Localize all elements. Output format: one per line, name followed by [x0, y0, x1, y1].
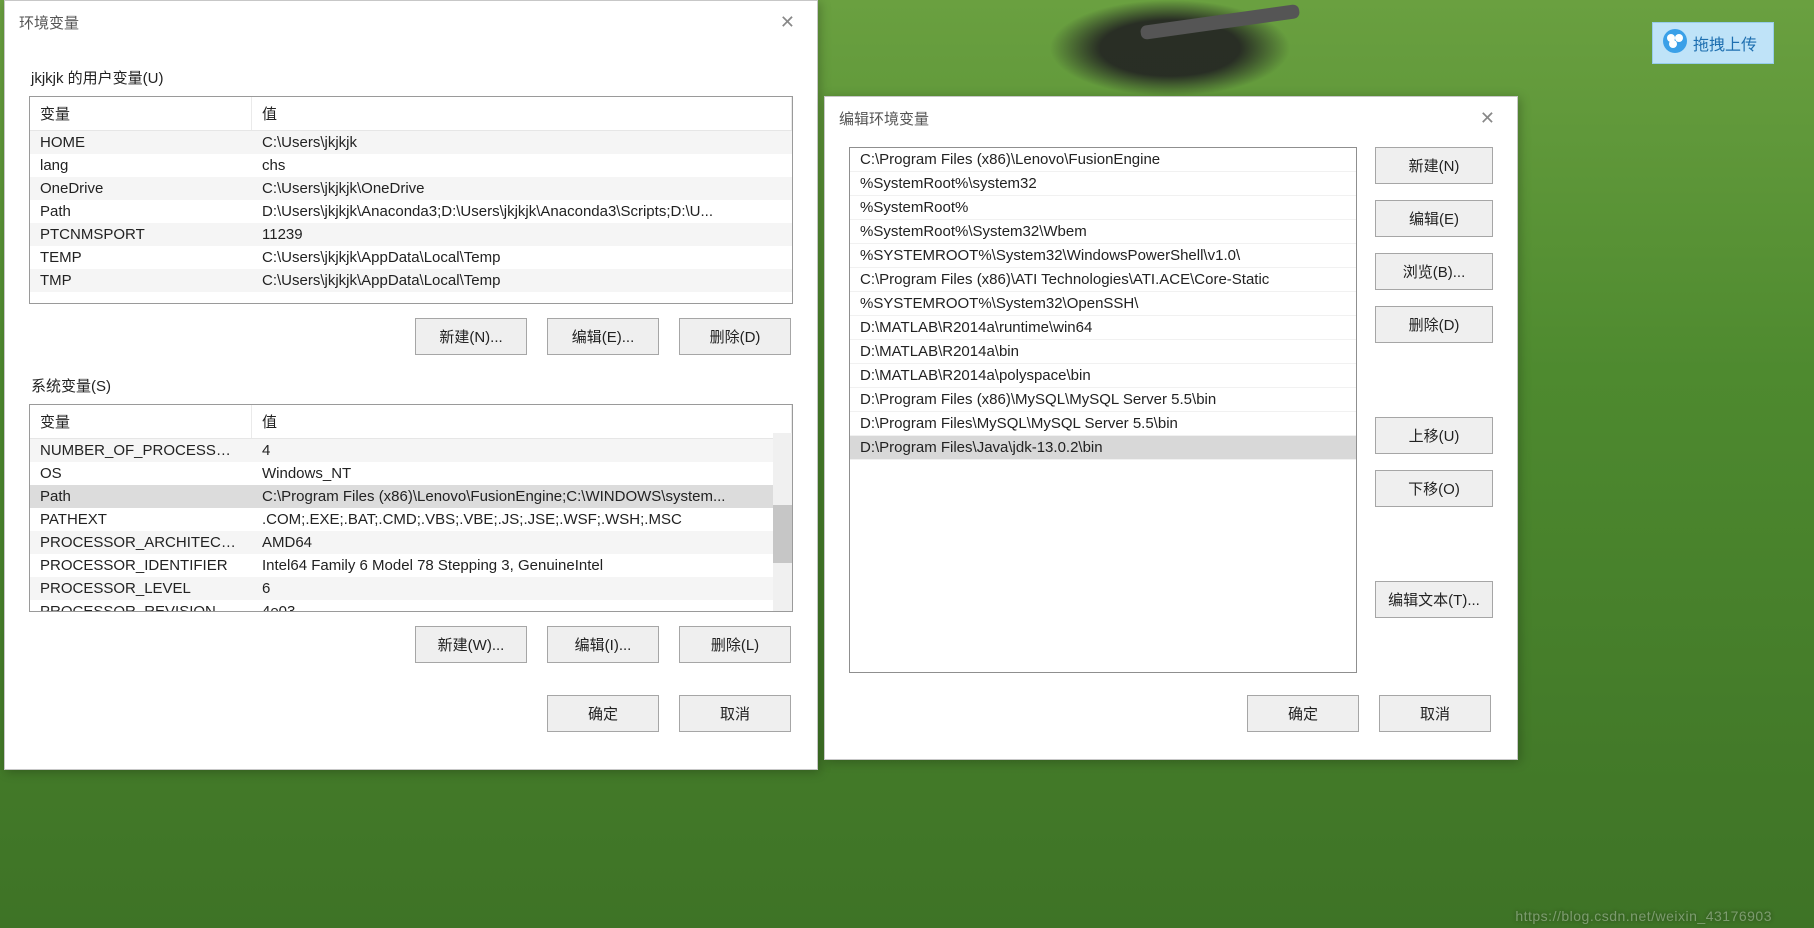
- list-item[interactable]: %SystemRoot%: [850, 196, 1356, 220]
- var-name: PROCESSOR_IDENTIFIER: [30, 554, 252, 577]
- list-item[interactable]: D:\MATLAB\R2014a\polyspace\bin: [850, 364, 1356, 388]
- var-name: PROCESSOR_REVISION: [30, 600, 252, 612]
- var-name: TMP: [30, 269, 252, 292]
- dialog-title: 编辑环境变量: [839, 108, 929, 129]
- col-header-value[interactable]: 值: [252, 405, 792, 438]
- var-value: Windows_NT: [252, 462, 792, 485]
- ok-button[interactable]: 确定: [547, 695, 659, 732]
- table-row[interactable]: OSWindows_NT: [30, 462, 792, 485]
- var-name: PROCESSOR_ARCHITECTURE: [30, 531, 252, 554]
- var-value: D:\Users\jkjkjk\Anaconda3;D:\Users\jkjkj…: [252, 200, 792, 223]
- col-header-value[interactable]: 值: [252, 97, 792, 130]
- table-row[interactable]: PATHEXT.COM;.EXE;.BAT;.CMD;.VBS;.VBE;.JS…: [30, 508, 792, 531]
- edit-text-button[interactable]: 编辑文本(T)...: [1375, 581, 1493, 618]
- var-value: .COM;.EXE;.BAT;.CMD;.VBS;.VBE;.JS;.JSE;.…: [252, 508, 792, 531]
- list-item[interactable]: D:\Program Files\Java\jdk-13.0.2\bin: [850, 436, 1356, 460]
- var-value: 4e03: [252, 600, 792, 612]
- ok-button[interactable]: 确定: [1247, 695, 1359, 732]
- move-up-button[interactable]: 上移(U): [1375, 417, 1493, 454]
- var-value: C:\Users\jkjkjk\AppData\Local\Temp: [252, 269, 792, 292]
- scrollbar[interactable]: [773, 433, 792, 611]
- list-item[interactable]: %SYSTEMROOT%\System32\OpenSSH\: [850, 292, 1356, 316]
- user-vars-label: jkjkjk 的用户变量(U): [31, 67, 793, 88]
- list-item[interactable]: D:\MATLAB\R2014a\runtime\win64: [850, 316, 1356, 340]
- user-delete-button[interactable]: 删除(D): [679, 318, 791, 355]
- list-item[interactable]: %SYSTEMROOT%\System32\WindowsPowerShell\…: [850, 244, 1356, 268]
- var-name: HOME: [30, 131, 252, 154]
- new-button[interactable]: 新建(N): [1375, 147, 1493, 184]
- var-value: AMD64: [252, 531, 792, 554]
- table-row[interactable]: TMPC:\Users\jkjkjk\AppData\Local\Temp: [30, 269, 792, 292]
- var-value: C:\Program Files (x86)\Lenovo\FusionEngi…: [252, 485, 792, 508]
- scrollbar-thumb[interactable]: [773, 505, 792, 563]
- cloud-upload-icon: [1663, 29, 1687, 53]
- var-name: OS: [30, 462, 252, 485]
- system-vars-list[interactable]: 变量 值 NUMBER_OF_PROCESSORS4OSWindows_NTPa…: [29, 404, 793, 612]
- var-name: lang: [30, 154, 252, 177]
- list-item[interactable]: %SystemRoot%\system32: [850, 172, 1356, 196]
- var-value: 6: [252, 577, 792, 600]
- dialog-titlebar: 编辑环境变量 ✕: [825, 97, 1517, 139]
- table-row[interactable]: langchs: [30, 154, 792, 177]
- table-row[interactable]: NUMBER_OF_PROCESSORS4: [30, 439, 792, 462]
- edit-button[interactable]: 编辑(E): [1375, 200, 1493, 237]
- system-vars-label: 系统变量(S): [31, 375, 793, 396]
- var-name: TEMP: [30, 246, 252, 269]
- var-name: Path: [30, 200, 252, 223]
- dialog-titlebar: 环境变量 ✕: [5, 1, 817, 43]
- browse-button[interactable]: 浏览(B)...: [1375, 253, 1493, 290]
- table-row[interactable]: PTCNMSPORT11239: [30, 223, 792, 246]
- table-row[interactable]: PathC:\Program Files (x86)\Lenovo\Fusion…: [30, 485, 792, 508]
- list-item[interactable]: C:\Program Files (x86)\ATI Technologies\…: [850, 268, 1356, 292]
- var-value: C:\Users\jkjkjk\OneDrive: [252, 177, 792, 200]
- cancel-button[interactable]: 取消: [679, 695, 791, 732]
- table-row[interactable]: PROCESSOR_IDENTIFIERIntel64 Family 6 Mod…: [30, 554, 792, 577]
- col-header-variable[interactable]: 变量: [30, 405, 252, 438]
- user-edit-button[interactable]: 编辑(E)...: [547, 318, 659, 355]
- drag-upload-button[interactable]: 拖拽上传: [1652, 22, 1774, 64]
- delete-button[interactable]: 删除(D): [1375, 306, 1493, 343]
- var-value: 4: [252, 439, 792, 462]
- var-value: chs: [252, 154, 792, 177]
- edit-env-dialog: 编辑环境变量 ✕ C:\Program Files (x86)\Lenovo\F…: [824, 96, 1518, 760]
- system-delete-button[interactable]: 删除(L): [679, 626, 791, 663]
- col-header-variable[interactable]: 变量: [30, 97, 252, 130]
- var-name: PTCNMSPORT: [30, 223, 252, 246]
- var-name: PATHEXT: [30, 508, 252, 531]
- var-value: Intel64 Family 6 Model 78 Stepping 3, Ge…: [252, 554, 792, 577]
- user-new-button[interactable]: 新建(N)...: [415, 318, 527, 355]
- list-item[interactable]: %SystemRoot%\System32\Wbem: [850, 220, 1356, 244]
- env-vars-dialog: 环境变量 ✕ jkjkjk 的用户变量(U) 变量 值 HOMEC:\Users…: [4, 0, 818, 770]
- list-item[interactable]: D:\Program Files\MySQL\MySQL Server 5.5\…: [850, 412, 1356, 436]
- path-entries-list[interactable]: C:\Program Files (x86)\Lenovo\FusionEngi…: [849, 147, 1357, 673]
- table-row[interactable]: PROCESSOR_LEVEL6: [30, 577, 792, 600]
- table-row[interactable]: HOMEC:\Users\jkjkjk: [30, 131, 792, 154]
- list-item[interactable]: C:\Program Files (x86)\Lenovo\FusionEngi…: [850, 148, 1356, 172]
- var-value: 11239: [252, 223, 792, 246]
- close-icon[interactable]: ✕: [1472, 107, 1503, 129]
- table-row[interactable]: PROCESSOR_ARCHITECTUREAMD64: [30, 531, 792, 554]
- list-item[interactable]: D:\Program Files (x86)\MySQL\MySQL Serve…: [850, 388, 1356, 412]
- var-name: OneDrive: [30, 177, 252, 200]
- cancel-button[interactable]: 取消: [1379, 695, 1491, 732]
- table-row[interactable]: OneDriveC:\Users\jkjkjk\OneDrive: [30, 177, 792, 200]
- table-row[interactable]: PathD:\Users\jkjkjk\Anaconda3;D:\Users\j…: [30, 200, 792, 223]
- system-new-button[interactable]: 新建(W)...: [415, 626, 527, 663]
- var-value: C:\Users\jkjkjk\AppData\Local\Temp: [252, 246, 792, 269]
- list-item[interactable]: D:\MATLAB\R2014a\bin: [850, 340, 1356, 364]
- var-name: Path: [30, 485, 252, 508]
- var-value: C:\Users\jkjkjk: [252, 131, 792, 154]
- dialog-title: 环境变量: [19, 12, 79, 33]
- table-row[interactable]: PROCESSOR_REVISION4e03: [30, 600, 792, 612]
- drag-upload-label: 拖拽上传: [1693, 37, 1757, 54]
- table-row[interactable]: TEMPC:\Users\jkjkjk\AppData\Local\Temp: [30, 246, 792, 269]
- system-edit-button[interactable]: 编辑(I)...: [547, 626, 659, 663]
- user-vars-list[interactable]: 变量 值 HOMEC:\Users\jkjkjklangchsOneDriveC…: [29, 96, 793, 304]
- watermark-text: https://blog.csdn.net/weixin_43176903: [1515, 908, 1772, 924]
- close-icon[interactable]: ✕: [772, 11, 803, 33]
- move-down-button[interactable]: 下移(O): [1375, 470, 1493, 507]
- var-name: PROCESSOR_LEVEL: [30, 577, 252, 600]
- var-name: NUMBER_OF_PROCESSORS: [30, 439, 252, 462]
